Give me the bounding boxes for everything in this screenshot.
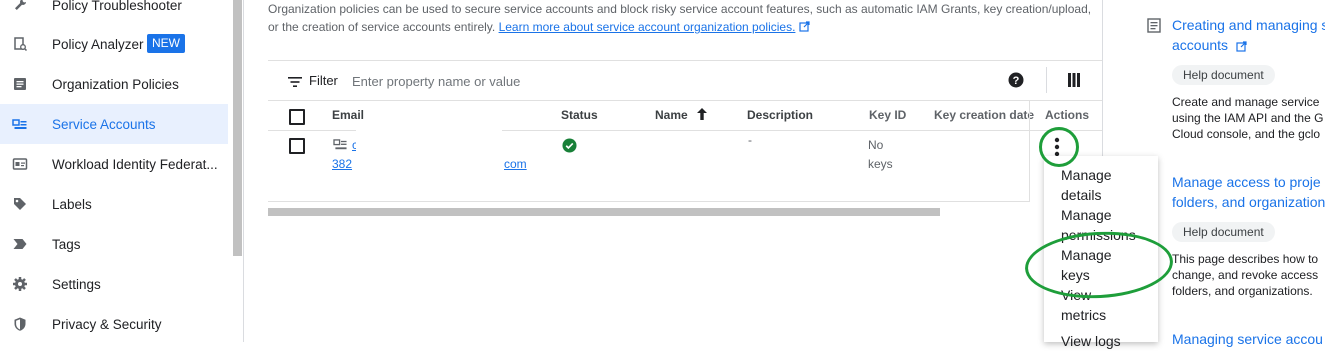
table-top-border: [268, 100, 1102, 101]
toolbar-divider: [1046, 67, 1047, 93]
desc-line: change, and revoke access: [1172, 268, 1319, 282]
doc-link-creating-service-accounts[interactable]: Creating and managing s: [1172, 15, 1325, 35]
desc-line: using the IAM API and the G: [1172, 111, 1324, 125]
sidebar-item-label: Labels: [52, 196, 92, 212]
annotation-circle-actions: [1039, 127, 1079, 167]
column-header-actions: Actions: [1045, 108, 1090, 122]
desc-line: This page describes how to: [1172, 252, 1319, 266]
learn-more-link[interactable]: Learn more about service account organiz…: [499, 20, 796, 34]
row-checkbox[interactable]: [289, 138, 305, 154]
doc-link-creating-service-accounts-line-2[interactable]: accounts: [1172, 35, 1228, 55]
menu-item-manage-details[interactable]: Manage details: [1061, 165, 1151, 205]
doc-description-1: Create and manage service using the IAM …: [1172, 94, 1323, 142]
sidebar-item-organization-policies[interactable]: Organization Policies: [0, 64, 228, 104]
desc-line: Create and manage service: [1172, 95, 1320, 109]
menu-item-label: Manage: [1061, 167, 1112, 183]
help-icon[interactable]: ?: [1008, 72, 1024, 93]
tag-icon: [12, 196, 28, 212]
filter-label: Filter: [309, 73, 338, 88]
menu-item-label: metrics: [1061, 307, 1107, 323]
menu-item-view-logs[interactable]: View logs: [1061, 331, 1151, 351]
sidebar-item-label: Privacy & Security: [52, 316, 162, 332]
sidebar-item-settings[interactable]: Settings: [0, 264, 228, 304]
new-badge: NEW: [147, 34, 185, 53]
external-link-icon: [799, 20, 810, 34]
desc-line: folders, and organizations.: [1172, 284, 1313, 298]
status-ok-icon: [562, 138, 577, 158]
external-link-icon: [1236, 39, 1247, 57]
email-link-suffix[interactable]: com: [504, 157, 527, 171]
sidebar-item-workload-identity-federation[interactable]: Workload Identity Federat...: [0, 144, 228, 184]
sort-ascending-icon[interactable]: [696, 107, 708, 126]
id-card-icon: [12, 156, 28, 172]
doc-link-manage-access-line-2[interactable]: folders, and organization: [1172, 192, 1325, 212]
doc-link-managing-service-accounts[interactable]: Managing service accou: [1172, 329, 1323, 349]
table-row-border: [268, 201, 1030, 202]
sidebar-item-service-accounts[interactable]: Service Accounts: [0, 104, 228, 144]
chevron-tag-icon: [12, 236, 28, 252]
menu-item-label: details: [1061, 187, 1102, 203]
desc-line: Cloud console, and the gclo: [1172, 127, 1321, 141]
filter-icon[interactable]: [288, 75, 302, 93]
shield-icon: [12, 316, 28, 332]
doc-link-manage-access[interactable]: Manage access to proje: [1172, 172, 1321, 192]
select-all-checkbox[interactable]: [289, 109, 305, 125]
document-icon: [1147, 18, 1161, 38]
column-header-description[interactable]: Description: [747, 108, 813, 122]
sidebar-item-label: Policy Troubleshooter: [52, 0, 182, 13]
sidebar-item-labels[interactable]: Labels: [0, 184, 228, 224]
gear-icon: [12, 276, 28, 292]
sidebar: Policy Troubleshooter Policy Analyzer NE…: [0, 0, 244, 342]
sidebar-item-label: Settings: [52, 276, 101, 292]
key-id-line-2: keys: [868, 157, 893, 171]
sidebar-item-policy-analyzer[interactable]: Policy Analyzer NEW: [0, 24, 228, 64]
sidebar-item-policy-troubleshooter[interactable]: Policy Troubleshooter: [0, 0, 228, 25]
column-header-key-creation-date[interactable]: Key creation date: [934, 108, 1034, 122]
intro-text: Organization policies can be used to sec…: [268, 0, 1098, 36]
sidebar-item-label: Organization Policies: [52, 76, 179, 92]
service-account-icon: [12, 116, 28, 132]
column-header-key-id[interactable]: Key ID: [869, 108, 906, 122]
help-document-chip: Help document: [1172, 222, 1275, 242]
email-link-prefix[interactable]: 382: [332, 157, 352, 171]
column-header-status[interactable]: Status: [561, 108, 598, 122]
sidebar-scrollbar[interactable]: [233, 0, 242, 256]
filter-input[interactable]: [352, 72, 912, 90]
doc-description-2: This page describes how to change, and r…: [1172, 251, 1318, 299]
horizontal-scrollbar[interactable]: [268, 208, 940, 216]
svg-text:?: ?: [1013, 75, 1020, 87]
sidebar-item-label: Workload Identity Federat...: [52, 156, 218, 172]
sidebar-item-tags[interactable]: Tags: [0, 224, 228, 264]
sidebar-item-label: Service Accounts: [52, 116, 156, 132]
menu-item-label: View logs: [1061, 333, 1121, 349]
list-document-icon: [12, 76, 28, 92]
description-value: -: [748, 133, 752, 147]
key-id-line-1: No: [868, 138, 884, 152]
sidebar-item-privacy-security[interactable]: Privacy & Security: [0, 304, 228, 344]
intro-line-2: or the creation of service accounts enti…: [268, 18, 1098, 36]
redacted-area: [356, 126, 502, 178]
service-account-icon: [333, 139, 348, 157]
sidebar-item-label: Tags: [52, 236, 81, 252]
document-search-icon: [12, 36, 28, 52]
column-header-email[interactable]: Email: [332, 108, 364, 122]
sidebar-item-label: Policy Analyzer: [52, 36, 144, 52]
intro-line-2-text: or the creation of service accounts enti…: [268, 20, 496, 34]
help-document-chip: Help document: [1172, 65, 1275, 85]
column-display-icon[interactable]: [1068, 73, 1080, 92]
wrench-icon: [12, 0, 28, 13]
intro-line-1: Organization policies can be used to sec…: [268, 2, 1092, 16]
menu-item-label: Manage: [1061, 207, 1112, 223]
actions-column-divider: [1029, 101, 1030, 201]
column-header-name[interactable]: Name: [655, 108, 688, 122]
